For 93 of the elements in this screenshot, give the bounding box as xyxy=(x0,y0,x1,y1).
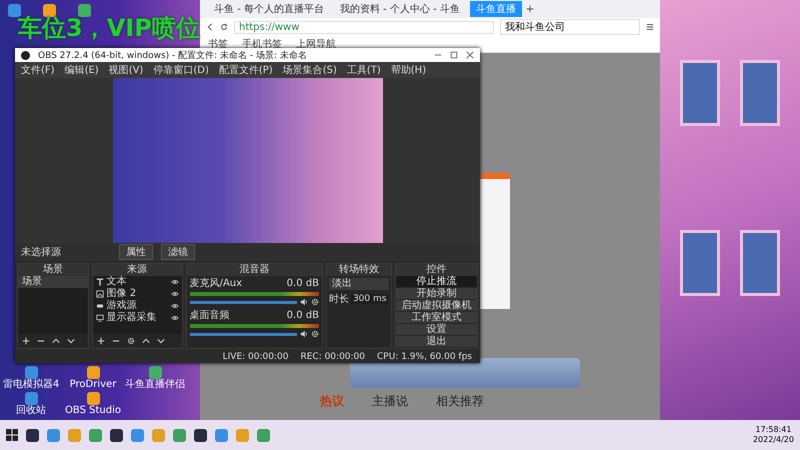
eye-icon[interactable] xyxy=(170,278,179,286)
menu-icon[interactable] xyxy=(646,23,654,31)
app-logo-icon xyxy=(21,50,30,60)
chevron-down-icon[interactable] xyxy=(156,337,165,345)
bookmark-link[interactable]: 手机书签 xyxy=(242,37,282,51)
image-source-icon xyxy=(96,290,104,298)
desktop-icon-label[interactable]: OBS Studio xyxy=(65,405,121,417)
app-icon[interactable] xyxy=(86,366,100,379)
desktop-icon-label[interactable]: ProDriver xyxy=(70,379,116,391)
control-button[interactable]: 开始录制 xyxy=(396,288,477,300)
gear-icon[interactable] xyxy=(126,337,135,345)
maximize-icon[interactable] xyxy=(450,51,458,59)
duration-field[interactable]: 300 ms xyxy=(350,294,388,304)
windows-start-icon[interactable] xyxy=(6,429,18,441)
menu-item[interactable]: 视图(V) xyxy=(108,63,144,77)
control-button[interactable]: 工作室模式 xyxy=(396,312,477,324)
cpu-status: CPU: 1.9%, 60.00 fps xyxy=(377,352,472,362)
reload-icon[interactable] xyxy=(220,23,228,31)
eye-icon[interactable] xyxy=(170,302,179,310)
page-tab[interactable]: 相关推荐 xyxy=(436,393,484,410)
window-title: OBS 27.2.4 (64-bit, windows) - 配置文件: 未命名 - 场景: 未命名 xyxy=(38,50,308,62)
gamepad-icon xyxy=(96,302,104,310)
source-item[interactable]: 游戏源 xyxy=(106,300,168,312)
duration-label: 时长 xyxy=(328,292,349,306)
volume-slider[interactable] xyxy=(190,332,297,336)
control-button[interactable]: 停止推流 xyxy=(396,276,477,288)
app-icon[interactable] xyxy=(86,392,100,405)
eye-icon[interactable] xyxy=(170,314,179,322)
browser-tab[interactable]: 我的资料 - 个人中心 - 斗鱼 xyxy=(334,1,466,17)
bookmark-link[interactable]: 上网导航 xyxy=(296,37,336,51)
channel-name: 桌面音频 xyxy=(190,310,230,322)
overlay-caption: 车位3，VIP喷位 xyxy=(18,13,200,44)
control-button[interactable]: 退出 xyxy=(396,336,477,348)
address-field[interactable]: https://www xyxy=(234,20,494,34)
taskbar-app-icon[interactable] xyxy=(110,428,123,442)
gear-icon[interactable] xyxy=(310,298,319,306)
app-icon[interactable] xyxy=(43,4,56,17)
clock-time: 17:58:41 xyxy=(756,425,792,435)
rec-timer: REC: 00:00:00 xyxy=(300,352,366,362)
source-item[interactable]: 图像 2 xyxy=(106,288,168,300)
toolbar-button[interactable]: 滤镜 xyxy=(161,244,195,260)
desktop-icon-label[interactable]: 回收站 xyxy=(16,405,46,417)
channel-name: 麦克风/Aux xyxy=(190,278,242,290)
eye-icon[interactable] xyxy=(170,290,179,298)
source-status-label: 未选择源 xyxy=(21,246,62,259)
desktop-icon-label[interactable]: 斗鱼直播伴侣 xyxy=(125,379,185,391)
volume-slider[interactable] xyxy=(190,300,297,304)
menu-item[interactable]: 配置文件(P) xyxy=(218,63,273,77)
menu-item[interactable]: 帮助(H) xyxy=(390,63,426,77)
text-source-icon xyxy=(96,278,104,286)
app-icon[interactable] xyxy=(24,366,38,379)
desktop-icon-label[interactable]: 雷电模拟器4 xyxy=(2,379,60,391)
speaker-icon[interactable] xyxy=(300,298,308,306)
taskbar-app-icon[interactable] xyxy=(26,428,39,442)
menu-item[interactable]: 文件(F) xyxy=(21,63,55,77)
toolbar-button[interactable]: 属性 xyxy=(119,244,153,260)
source-item[interactable]: 文本 xyxy=(106,276,168,288)
live-timer: LIVE: 00:00:00 xyxy=(222,352,288,362)
speaker-icon[interactable] xyxy=(300,330,308,338)
chevron-up-icon[interactable] xyxy=(142,337,150,345)
bookmark-link[interactable]: 书签 xyxy=(208,37,228,51)
new-tab-icon[interactable] xyxy=(526,5,534,13)
clock-date: 2022/4/20 xyxy=(752,435,794,445)
page-tab[interactable]: 主播说 xyxy=(372,393,408,410)
scene-item[interactable]: 场景 xyxy=(18,276,88,288)
panel-header: 控件 xyxy=(396,264,477,276)
monitor-icon xyxy=(96,314,104,322)
menu-item[interactable]: 场景集合(S) xyxy=(282,63,337,77)
chevron-down-icon[interactable] xyxy=(67,337,75,345)
control-button[interactable]: 设置 xyxy=(396,324,477,336)
panel-header: 混音器 xyxy=(186,264,322,276)
panel-header: 场景 xyxy=(18,264,88,276)
app-icon[interactable] xyxy=(24,392,38,405)
menu-item[interactable]: 工具(T) xyxy=(346,63,381,77)
browser-tab[interactable]: 斗鱼 - 每个人的直播平台 xyxy=(208,1,330,17)
add-icon[interactable] xyxy=(22,337,30,345)
add-icon[interactable] xyxy=(96,337,105,345)
app-icon[interactable] xyxy=(148,366,162,379)
gear-icon[interactable] xyxy=(310,330,319,338)
panel-header: 来源 xyxy=(92,264,182,276)
taskbar-app-icon[interactable] xyxy=(194,428,207,442)
channel-reading: 0.0 dB xyxy=(286,278,319,290)
transition-dropdown[interactable]: 淡出 xyxy=(328,278,389,290)
menu-item[interactable]: 编辑(E) xyxy=(64,63,99,77)
channel-reading: 0.0 dB xyxy=(286,310,319,322)
menu-item[interactable]: 停靠窗口(D) xyxy=(153,63,209,77)
source-item[interactable]: 显示器采集 xyxy=(106,312,168,324)
close-icon[interactable] xyxy=(466,51,474,59)
back-icon[interactable] xyxy=(206,23,214,31)
panel-header: 转场特效 xyxy=(326,264,391,276)
control-button[interactable]: 启动虚拟摄像机 xyxy=(396,300,477,312)
search-field[interactable]: 我和斗鱼公司 xyxy=(500,19,640,35)
chevron-up-icon[interactable] xyxy=(52,337,60,345)
